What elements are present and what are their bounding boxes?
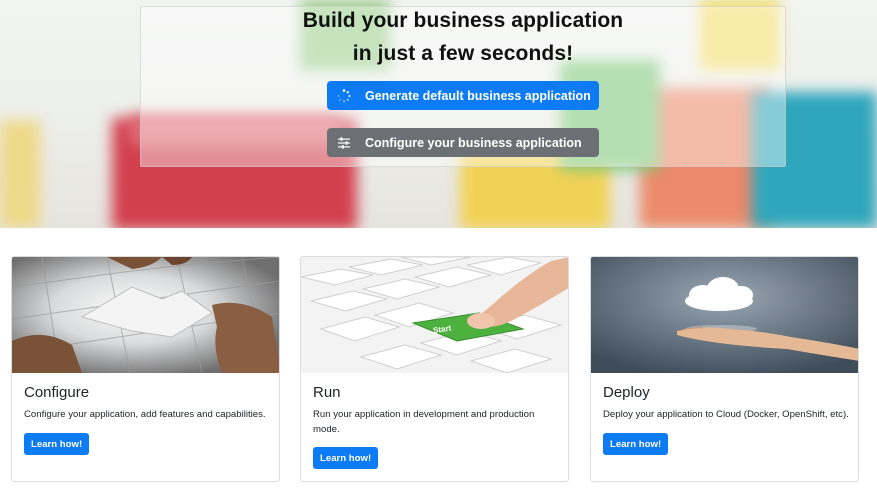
card-title: Configure bbox=[24, 384, 90, 401]
card-title: Run bbox=[313, 384, 341, 401]
spinner-icon bbox=[337, 88, 351, 103]
deploy-card: Deploy Deploy your application to Cloud … bbox=[590, 256, 859, 482]
generate-default-application-button[interactable]: Generate default business application bbox=[327, 81, 599, 110]
card-description: Deploy your application to Cloud (Docker… bbox=[603, 409, 849, 420]
hero-title-line2: in just a few seconds! bbox=[352, 42, 574, 65]
sliders-icon bbox=[337, 136, 351, 150]
puzzle-image bbox=[12, 257, 279, 373]
card-title: Deploy bbox=[603, 384, 650, 401]
card-description: Run your application in development and … bbox=[313, 409, 535, 435]
generate-default-application-label: Generate default business application bbox=[365, 88, 591, 103]
learn-how-button[interactable]: Learn how! bbox=[24, 433, 90, 455]
configure-application-button[interactable]: Configure your business application bbox=[327, 128, 599, 157]
hero-title-line1: Build your business application bbox=[302, 9, 624, 32]
cloud-hand-image bbox=[591, 257, 858, 373]
hero-banner: Build your business application in just … bbox=[0, 0, 877, 228]
learn-how-button[interactable]: Learn how! bbox=[313, 447, 379, 469]
hero-bg-block-yellow-left bbox=[0, 120, 40, 228]
configure-application-label: Configure your business application bbox=[365, 135, 582, 150]
card-description: Configure your application, add features… bbox=[24, 409, 266, 420]
keyboard-start-image: Start bbox=[301, 257, 568, 373]
learn-how-button[interactable]: Learn how! bbox=[603, 433, 669, 455]
run-card: Start Run Run your application in develo… bbox=[300, 256, 569, 482]
configure-card: Configure Configure your application, ad… bbox=[11, 256, 280, 482]
